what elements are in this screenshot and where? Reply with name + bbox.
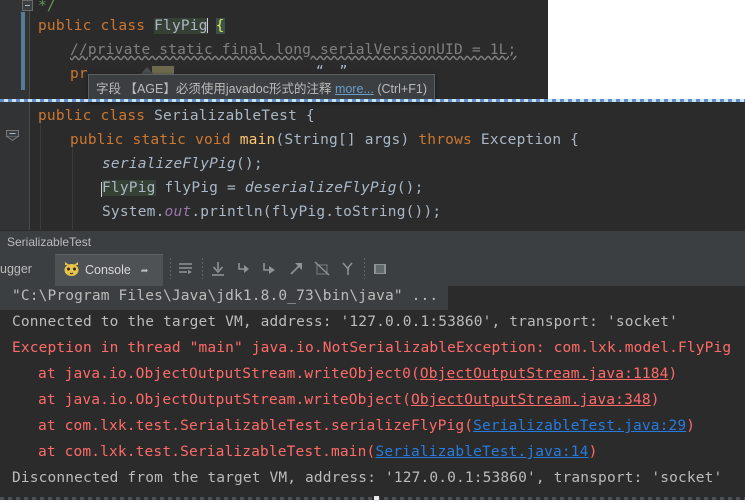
window-focus-border-top [0,99,745,102]
token-deserialize-call-0: FlyPig [101,180,156,197]
console-line-exception-line: Exception in thread "main" java.io.NotSe… [12,340,731,356]
upper-line-comment-end: */ [38,0,56,14]
console-output[interactable]: "C:\Program Files\Java\jdk1.8.0_73\bin\j… [0,286,745,497]
tab-debugger-label: ugger [0,262,32,276]
console-seg-stack-4-1[interactable]: SerializableTest.java:14 [375,444,588,460]
changed-lines-marker [21,12,25,90]
token-println-call-0: System. [102,204,165,220]
console-seg-stack-2-0: at java.io.ObjectOutputStream.writeObjec… [38,392,411,408]
tab-console[interactable]: Console ➦ [55,254,163,286]
resize-handle[interactable] [374,496,379,501]
code-line-serialize-call: serializeFlyPig(); [102,156,263,172]
code-line-deserialize-call: FlyPig flyPig = deserializeFlyPig(); [101,180,424,197]
step-up-icon[interactable] [286,259,306,278]
token-main-decl-6: main [239,132,276,148]
token-println-call-1: out [164,204,192,220]
console-line-stack-1: at java.io.ObjectOutputStream.writeObjec… [38,366,677,382]
tooltip-message: 字段 【AGE】必须使用javadoc形式的注释 [96,82,335,96]
clear-all-icon[interactable] [312,259,332,278]
keyword-public: public [38,18,92,34]
space-2 [145,18,154,34]
token-deserialize-call-3: (); [396,180,424,196]
main-editor-gutter[interactable] [0,102,30,230]
token-class-decl-2: class [100,108,146,124]
upper-line-private-partial: pr [70,66,88,82]
console-seg-exception-line-0: Exception in thread "main" java.io.NotSe… [12,340,732,356]
keyword-class: class [100,18,146,34]
window-focus-border-bottom [0,497,745,500]
pin-tab-icon[interactable]: ➦ [141,264,148,278]
console-line-connected-line: Connected to the target VM, address: '12… [12,314,678,330]
code-line-println-call: System.out.println(flyPig.toString()); [102,204,441,220]
code-line-main-decl: public static void main(String[] args) t… [70,132,579,148]
console-seg-stack-1-1[interactable]: ObjectOutputStream.java:1184 [420,366,669,382]
token-main-decl-3 [186,132,195,148]
token-println-call-2: .println(flyPig.toString()); [191,204,442,220]
token-class-decl-0: public [38,108,92,124]
breadcrumb[interactable]: SerializableTest [0,230,745,253]
token-main-decl-1 [124,132,133,148]
main-editor-caret [101,182,102,197]
space-1 [92,18,101,34]
console-seg-connected-line-0: Connected to the target VM, address: '12… [12,314,678,330]
console-line-stack-3: at com.lxk.test.SerializableTest.seriali… [38,418,695,434]
token-main-decl-0: public [70,132,124,148]
console-seg-stack-4-0: at com.lxk.test.SerializableTest.main( [38,444,376,460]
console-seg-stack-4-2: ) [588,444,598,460]
kill-process-icon[interactable] [338,259,358,278]
matched-brace: { [215,18,225,34]
token-serialize-call-1: (); [235,156,263,172]
console-seg-disconnected-line-0: Disconnected from the target VM, address… [12,470,723,486]
console-seg-stack-3-1[interactable]: SerializableTest.java:29 [473,418,686,434]
token-serialize-call-0: serializeFlyPig [102,156,236,172]
token-main-decl-8: throws [418,132,472,148]
token-class-decl-3: SerializableTest { [145,108,315,124]
console-seg-stack-1-0: at java.io.ObjectOutputStream.writeObjec… [38,366,420,382]
toolbar-separator-1 [170,258,171,279]
code-line-class-decl: public class SerializableTest { [38,108,315,124]
token-main-decl-7: (String[] args) [275,132,419,148]
token-deserialize-call-1: flyPig = [155,180,245,196]
console-line-stack-4: at com.lxk.test.SerializableTest.main(Se… [38,444,597,460]
console-seg-stack-3-0: at com.lxk.test.SerializableTest.seriali… [38,418,474,434]
debug-toolbar[interactable]: ugger Console ➦ [0,252,745,286]
step-down-icon[interactable] [234,259,254,278]
main-editor-pane[interactable]: public class SerializableTest {public st… [0,102,745,230]
breadcrumb-class-label[interactable]: SerializableTest [7,235,91,249]
token-class-decl-1 [92,108,101,124]
console-line-disconnected-line: Disconnected from the target VM, address… [12,470,722,486]
classname-flypig: FlyPig [154,18,208,34]
toolbar-separator-3 [364,258,365,279]
token-main-decl-5 [231,132,240,148]
console-seg-stack-3-2: ) [686,418,696,434]
step-down-2-icon[interactable] [260,259,280,278]
tooltip-more-link[interactable]: more... [335,82,374,96]
scroll-to-end-icon[interactable] [208,259,228,278]
token-main-decl-2: static [132,132,187,148]
print-icon[interactable] [370,259,390,278]
main-editor-code[interactable]: public class SerializableTest {public st… [30,102,745,230]
upper-editor-gutter[interactable] [0,0,30,99]
console-line-command-line: "C:\Program Files\Java\jdk1.8.0_73\bin\j… [12,288,438,304]
space-3 [207,18,216,34]
token-main-decl-9: Exception { [471,132,580,148]
ide-window: */ public class FlyPig { //private stati… [0,0,745,502]
tab-debugger[interactable]: ugger [0,252,50,286]
console-seg-command-line-0: "C:\Program Files\Java\jdk1.8.0_73\bin\j… [12,288,439,304]
toolbar-separator-2 [202,258,203,279]
console-seg-stack-2-2: ) [650,392,660,408]
upper-line-commented-serialuid: //private static final long serialVersio… [70,42,517,58]
upper-line-class-decl: public class FlyPig { [38,18,225,34]
console-seg-stack-1-2: ) [668,366,678,382]
console-line-stack-2: at java.io.ObjectOutputStream.writeObjec… [38,392,660,408]
soft-wrap-icon[interactable] [176,259,196,278]
cat-icon [64,262,79,276]
token-main-decl-4: void [195,132,231,148]
console-seg-stack-2-1[interactable]: ObjectOutputStream.java:348 [411,392,651,408]
inspection-tooltip[interactable]: 字段 【AGE】必须使用javadoc形式的注释 more... (Ctrl+F… [88,74,435,102]
tooltip-shortcut: (Ctrl+F1) [377,82,427,96]
tab-console-label: Console [85,263,131,277]
token-deserialize-call-2: deserializeFlyPig [244,180,397,196]
code-fold-arrow-icon[interactable] [6,130,19,141]
